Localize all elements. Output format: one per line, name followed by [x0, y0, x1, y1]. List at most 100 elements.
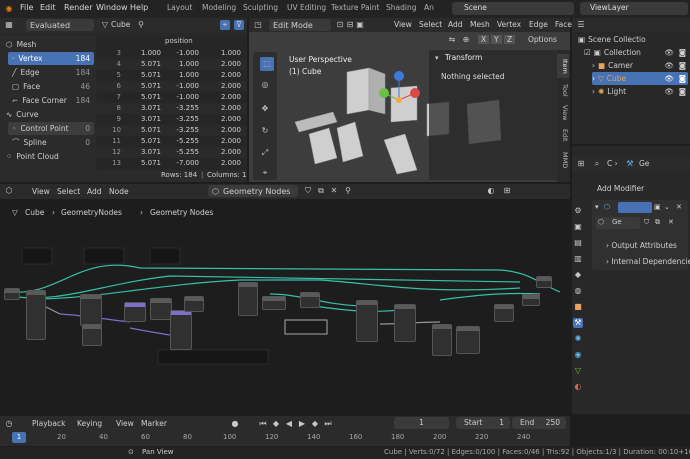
rotate-icon[interactable]: ↻ — [260, 126, 270, 136]
view-layer-tab-icon[interactable]: ▥ — [573, 254, 583, 264]
unlink-close-icon[interactable]: ✕ — [668, 218, 674, 226]
play-icon[interactable]: ▶ — [297, 419, 307, 429]
outliner-cube[interactable]: › ▽ Cube 👁 ◙ — [592, 72, 688, 85]
eye-icon[interactable]: 👁 — [664, 46, 674, 59]
selected-only-filter-icon[interactable]: ⌖ — [220, 20, 230, 30]
geometry-node[interactable] — [456, 326, 480, 354]
tree-control-point[interactable]: ◦ Control Point 0 — [8, 122, 94, 135]
checkbox-icon[interactable]: ☑ — [584, 48, 591, 57]
breadcrumb-modifier[interactable]: GeometryNodes — [61, 208, 122, 217]
geometry-node[interactable] — [356, 300, 378, 342]
play-reverse-icon[interactable]: ◀ — [284, 419, 294, 429]
eye-icon[interactable]: 👁 — [664, 72, 674, 85]
particles-tab-icon[interactable]: ✺ — [573, 334, 583, 344]
modifier-tab-icon[interactable]: ⚒ — [573, 318, 583, 328]
timeline-menu-playback[interactable]: Playback — [32, 419, 65, 428]
geometry-node[interactable] — [80, 294, 102, 326]
geometry-node[interactable] — [432, 324, 452, 356]
render-tab-icon[interactable]: ▣ — [573, 222, 583, 232]
column-header-position[interactable]: position — [165, 37, 193, 45]
add-modifier-button[interactable]: Add Modifier — [592, 182, 686, 195]
geometry-node[interactable] — [82, 324, 102, 346]
timeline-menu-keying[interactable]: Keying — [77, 419, 102, 428]
filter-icon[interactable]: ⊽ — [234, 20, 244, 30]
viewport-menu-select[interactable]: Select — [419, 20, 442, 29]
edit-mode-toggle-icon[interactable]: ▣ — [654, 203, 661, 211]
properties-editor-type-icon[interactable]: ⊞ — [576, 159, 586, 169]
geometry-node[interactable] — [238, 282, 258, 316]
fake-user-shield-icon[interactable]: ⛉ — [644, 218, 649, 227]
output-tab-icon[interactable]: ▤ — [573, 238, 583, 248]
world-tab-icon[interactable]: ◍ — [573, 286, 583, 296]
pin-icon[interactable]: ⚲ — [136, 20, 146, 30]
current-frame-field[interactable]: 1 — [394, 417, 449, 429]
cursor-icon[interactable]: ◎ — [260, 80, 270, 90]
geometry-node[interactable] — [184, 296, 204, 312]
jump-end-icon[interactable]: ⏭ — [323, 419, 333, 429]
end-frame-field[interactable]: End 250 — [512, 417, 566, 429]
geometry-node[interactable] — [522, 294, 540, 306]
snap-icon[interactable]: ⊞ — [502, 186, 512, 196]
menu-render[interactable]: Render — [64, 3, 92, 12]
camera-render-icon[interactable]: ◙ — [679, 46, 686, 59]
node-editor-side-tabs[interactable] — [562, 224, 568, 410]
geometry-node[interactable] — [150, 298, 172, 320]
timeline-menu-marker[interactable]: Marker — [141, 419, 167, 428]
workspace-shading[interactable]: Shading — [386, 3, 416, 12]
chevron-right-icon[interactable]: › — [592, 74, 595, 83]
tree-vertex[interactable]: · Vertex 184 — [8, 52, 94, 65]
vertex-select-icon[interactable]: ⊡ — [335, 20, 345, 30]
geometry-node[interactable] — [124, 302, 146, 322]
collapse-arrow-icon[interactable]: ▾ — [435, 54, 439, 62]
node-menu-select[interactable]: Select — [57, 187, 80, 196]
search-icon[interactable]: ⌕ — [592, 159, 602, 169]
tool-tab-icon[interactable]: ⚙ — [573, 206, 583, 216]
viewport-menu-mesh[interactable]: Mesh — [470, 20, 490, 29]
workspace-animation[interactable]: An — [424, 3, 434, 12]
scene-tab-icon[interactable]: ◆ — [573, 270, 583, 280]
tab-mmd[interactable]: MMD — [557, 150, 569, 170]
move-icon[interactable]: ✥ — [260, 104, 270, 114]
mirror-x-toggle[interactable]: X — [478, 35, 490, 44]
workspace-texture-paint[interactable]: Texture Paint — [331, 3, 379, 12]
workspace-modeling[interactable]: Modeling — [202, 3, 236, 12]
prev-keyframe-icon[interactable]: ◆ — [271, 419, 281, 429]
select-box-icon[interactable]: ⬚ — [260, 57, 274, 71]
dropdown-arrow-icon[interactable]: ⌄ — [664, 203, 670, 211]
breadcrumb-object[interactable]: Cube — [25, 208, 44, 217]
outliner-scene-collection[interactable]: ▣ Scene Collectio — [578, 33, 688, 46]
geometry-node[interactable] — [170, 310, 192, 350]
output-attributes-panel[interactable]: › Output Attributes — [606, 241, 677, 250]
tab-edit[interactable]: Edit — [557, 126, 569, 144]
timeline-editor-type-icon[interactable]: ◷ — [4, 419, 14, 429]
material-tab-icon[interactable]: ◐ — [573, 382, 583, 392]
close-icon[interactable]: ✕ — [676, 203, 682, 211]
viewport-menu-vertex[interactable]: Vertex — [497, 20, 521, 29]
node-menu-view[interactable]: View — [32, 187, 50, 196]
tree-curve[interactable]: ∿ Curve — [6, 108, 94, 121]
viewport-menu-add[interactable]: Add — [448, 20, 463, 29]
geometry-node[interactable] — [26, 290, 46, 340]
geometry-node[interactable] — [394, 304, 416, 342]
menu-edit[interactable]: Edit — [40, 3, 56, 12]
record-icon[interactable]: ● — [230, 419, 240, 429]
group-input-node[interactable] — [4, 288, 20, 300]
geometry-node[interactable] — [262, 296, 286, 310]
camera-render-icon[interactable]: ◙ — [679, 85, 686, 98]
physics-tab-icon[interactable]: ◉ — [573, 350, 583, 360]
eye-icon[interactable]: 👁 — [664, 59, 674, 72]
tree-edge[interactable]: ╱ Edge 184 — [8, 66, 94, 79]
outliner-editor-type-icon[interactable]: ☰ — [576, 20, 586, 30]
viewport-editor-type-icon[interactable]: ◳ — [253, 20, 263, 30]
next-keyframe-icon[interactable]: ◆ — [310, 419, 320, 429]
geometry-node[interactable] — [300, 292, 320, 308]
tree-face[interactable]: ▢ Face 46 — [8, 80, 94, 93]
spreadsheet-editor-type-icon[interactable]: ▦ — [4, 20, 14, 30]
viewport-menu-edge[interactable]: Edge — [529, 20, 548, 29]
object-tab-icon[interactable]: ■ — [573, 302, 583, 312]
node-menu-add[interactable]: Add — [87, 187, 102, 196]
tree-point-cloud[interactable]: ⁘ Point Cloud — [6, 150, 94, 163]
timeline-menu-view[interactable]: View — [116, 419, 134, 428]
node-editor-type-icon[interactable]: ⬡ — [4, 186, 14, 196]
evaluation-mode-dropdown[interactable]: Evaluated — [26, 19, 94, 31]
